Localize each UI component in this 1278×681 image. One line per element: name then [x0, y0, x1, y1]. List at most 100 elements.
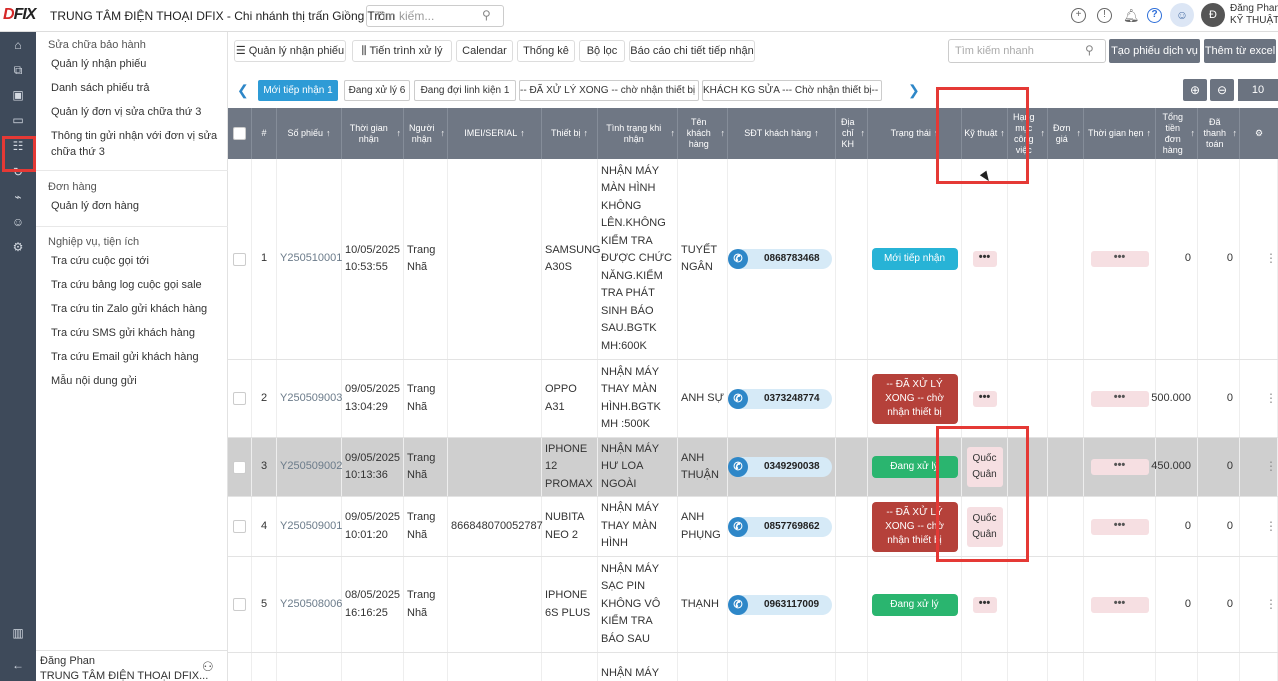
col-header-condition[interactable]: Tình trạng khi nhận ↑: [598, 108, 678, 159]
select-all-checkbox[interactable]: [228, 108, 252, 159]
cell-text[interactable]: Y250509002: [280, 458, 342, 476]
phone-pill[interactable]: ✆ 0349290038: [728, 457, 832, 477]
appointment-button[interactable]: •••: [1090, 518, 1149, 535]
col-header-imei[interactable]: IMEI/SERIAL ↑: [448, 108, 542, 159]
phone-icon[interactable]: ✆: [728, 516, 748, 537]
cell-text[interactable]: Y250509003: [280, 390, 342, 408]
chevron-right-icon[interactable]: ❯: [908, 82, 920, 99]
chevron-left-icon[interactable]: ❮: [237, 82, 249, 99]
more-options-icon[interactable]: ⋮: [1265, 390, 1277, 408]
sidebar-item-quan-ly-don-hang[interactable]: Quản lý đơn hàng: [51, 198, 223, 214]
quan-ly-nhan-phieu-button[interactable]: ☰ Quản lý nhận phiếu: [234, 40, 346, 62]
technician-button[interactable]: •••: [972, 251, 997, 267]
row-checkbox[interactable]: [233, 460, 246, 474]
switch-user-icon[interactable]: ⚇: [202, 659, 214, 675]
col-header-paid[interactable]: Đã thanh toán ↑: [1198, 108, 1240, 159]
sidebar-item-danh-sach-phieu-tra[interactable]: Danh sách phiếu trả: [51, 80, 223, 96]
tien-trinh-xu-ly-button[interactable]: ⫼ Tiến trình xử lý: [352, 40, 452, 62]
add-icon[interactable]: +: [1071, 8, 1086, 23]
table-row[interactable]: 5 Y250508006 08/05/2025 16:16:25 Trang Nhã I…: [228, 557, 1278, 653]
table-row[interactable]: 2 Y250509003 09/05/2025 13:04:29 Trang Nhã O…: [228, 360, 1278, 438]
sidebar-item-cuoc-goi-toi[interactable]: Tra cứu cuộc gọi tới: [51, 253, 223, 269]
row-checkbox[interactable]: [233, 252, 246, 266]
more-options-icon[interactable]: ⋮: [1265, 458, 1277, 476]
help-icon[interactable]: ?: [1147, 8, 1162, 23]
quick-search-input[interactable]: Tìm kiếm nhanh: [948, 39, 1106, 63]
sidebar-item-tin-zalo[interactable]: Tra cứu tin Zalo gửi khách hàng: [51, 301, 223, 317]
tab-dang-xu-ly[interactable]: Đang xử lý 6: [344, 80, 410, 101]
robot-rail-icon[interactable]: ☺: [9, 213, 27, 231]
sidebar-item-email[interactable]: Tra cứu Email gửi khách hàng: [51, 349, 223, 365]
col-header-address[interactable]: Địa chỉ KH ↑: [836, 108, 868, 159]
phone-pill[interactable]: ✆ 0963117009: [728, 594, 832, 615]
robot-icon[interactable]: ☺: [1170, 3, 1194, 27]
appointment-button[interactable]: •••: [1090, 390, 1149, 407]
sidebar-item-quan-ly-nhan-phieu[interactable]: Quản lý nhận phiếu: [51, 56, 223, 72]
tab-dang-doi-linh-kien[interactable]: Đang đợi linh kiện 1: [414, 80, 516, 101]
col-header-code[interactable]: Số phiếu ↑: [277, 108, 342, 159]
table-row[interactable]: 1 Y250510001 10/05/2025 10:53:55 Trang Nhã S…: [228, 159, 1278, 360]
row-checkbox[interactable]: [233, 598, 246, 611]
bar-chart-icon[interactable]: ▥: [9, 624, 27, 642]
phone-icon[interactable]: ✆: [728, 594, 748, 615]
chart-icon[interactable]: ⌁: [9, 188, 27, 206]
bo-loc-button[interactable]: Bộ lọc: [579, 40, 625, 62]
app-logo[interactable]: DFIX: [3, 6, 36, 26]
box-icon[interactable]: ▣: [9, 86, 27, 104]
phone-icon[interactable]: ✆: [728, 457, 748, 477]
col-header-phone[interactable]: SĐT khách hàng ↑: [728, 108, 836, 159]
gear-icon[interactable]: ⚙: [9, 238, 27, 256]
row-checkbox[interactable]: [233, 392, 246, 405]
status-badge[interactable]: Đang xử lý: [871, 593, 958, 616]
technician-button[interactable]: •••: [972, 390, 997, 407]
col-header-customer[interactable]: Tên khách hàng ↑: [678, 108, 728, 159]
alert-icon[interactable]: !: [1097, 8, 1112, 23]
search-icon[interactable]: ⚲: [482, 8, 491, 22]
tab-moi-tiep-nhan[interactable]: Mới tiếp nhận 1: [258, 80, 338, 101]
sidebar-item-thong-tin-gui-nhan[interactable]: Thông tin gửi nhận với đơn vị sửa chữa t…: [51, 128, 223, 160]
table-row[interactable]: 4 Y250509001 09/05/2025 10:01:20 Trang Nhã 8…: [228, 497, 1278, 557]
status-badge[interactable]: Mới tiếp nhận: [871, 248, 958, 270]
create-ticket-button[interactable]: Tạo phiếu dịch vụ: [1109, 39, 1200, 63]
sidebar-item-sms[interactable]: Tra cứu SMS gửi khách hàng: [51, 325, 223, 341]
tab-khach-kg-sua[interactable]: KHÁCH KG SỬA --- Chờ nhận thiết bị-- 1: [702, 80, 882, 101]
col-header-receiver[interactable]: Người nhận ↑: [404, 108, 448, 159]
bell-icon[interactable]: 🔔︎: [1123, 8, 1140, 24]
page-size-select[interactable]: 10: [1238, 79, 1278, 101]
phone-pill[interactable]: ✆ 0373248774: [728, 388, 832, 409]
table-row[interactable]: NHẬN MÁY MẤT NGUỒN: [228, 653, 1278, 681]
phone-icon[interactable]: ✆: [728, 388, 748, 409]
col-header-total[interactable]: Tổng tiền đơn hàng ↑: [1156, 108, 1198, 159]
search-icon[interactable]: ⚲: [1085, 43, 1094, 57]
tag-icon[interactable]: ⌂: [9, 36, 27, 54]
import-excel-button[interactable]: Thêm từ excel: [1204, 39, 1276, 63]
phone-pill[interactable]: ✆ 0857769862: [728, 516, 832, 537]
col-header-appointment[interactable]: Thời gian hẹn ↑: [1084, 108, 1156, 159]
appointment-button[interactable]: •••: [1090, 596, 1149, 613]
col-header-device[interactable]: Thiết bị ↑: [542, 108, 598, 159]
laptop-icon[interactable]: ▭: [9, 111, 27, 129]
col-header-status[interactable]: Trạng thái ↑: [868, 108, 962, 159]
back-arrow-icon[interactable]: ←: [9, 656, 27, 674]
bao-cao-button[interactable]: Báo cáo chi tiết tiếp nhận: [629, 40, 755, 62]
more-options-icon[interactable]: ⋮: [1265, 250, 1277, 268]
tab-da-xu-ly-xong[interactable]: -- ĐÃ XỬ LÝ XONG -- chờ nhận thiết bị 6: [519, 80, 699, 101]
column-settings-icon[interactable]: ⚙: [1240, 108, 1278, 159]
status-badge[interactable]: Đang xử lý: [871, 456, 958, 478]
cell-text[interactable]: Y250508006: [280, 596, 342, 614]
status-badge[interactable]: -- ĐÃ XỬ LÝ XONG -- chờ nhận thiết bị: [871, 501, 958, 552]
sidebar-item-don-vi-sua-chua[interactable]: Quản lý đơn vị sửa chữa thứ 3: [51, 104, 223, 120]
technician-button[interactable]: Quốc Quân: [966, 447, 1003, 487]
row-checkbox[interactable]: [233, 520, 246, 533]
appointment-button[interactable]: •••: [1090, 459, 1149, 475]
sidebar-item-log-cuoc-goi[interactable]: Tra cứu bảng log cuộc gọi sale: [51, 277, 223, 293]
avatar[interactable]: Đ: [1201, 3, 1225, 27]
zoom-out-icon[interactable]: ⊖: [1210, 79, 1234, 101]
thong-ke-button[interactable]: Thống kê: [517, 40, 575, 62]
phone-pill[interactable]: ✆ 0868783468: [728, 249, 832, 269]
col-header-job[interactable]: Hạng mục công việc ↑: [1008, 108, 1048, 159]
cell-text[interactable]: Y250510001: [280, 250, 342, 268]
col-header-tech[interactable]: Kỹ thuật ↑: [962, 108, 1008, 159]
table-row[interactable]: 3 Y250509002 09/05/2025 10:13:36 Trang Nhã I…: [228, 438, 1278, 497]
col-header-price[interactable]: Đơn giá ↑: [1048, 108, 1084, 159]
